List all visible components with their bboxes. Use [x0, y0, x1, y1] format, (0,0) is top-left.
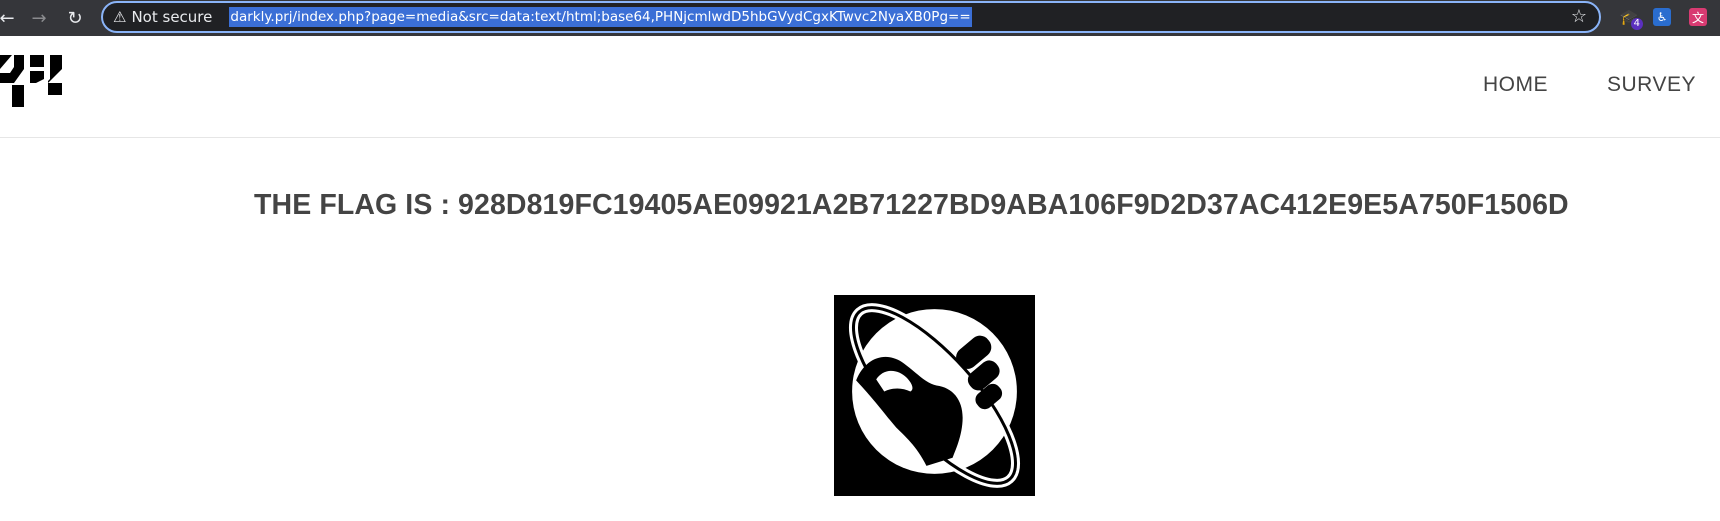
- nav-survey-link[interactable]: SURVEY: [1607, 73, 1696, 97]
- arrow-right-icon: →: [31, 7, 47, 29]
- star-icon[interactable]: ☆: [1571, 6, 1587, 27]
- browser-toolbar: ← → ↻ ⚠ Not secure darkly.prj/index.php?…: [0, 0, 1720, 36]
- reload-button[interactable]: ↻: [60, 3, 90, 33]
- extension-badge: 4: [1630, 18, 1643, 30]
- security-indicator[interactable]: ⚠ Not secure: [113, 8, 212, 26]
- extension-graduation-cap[interactable]: 🎓 4: [1620, 8, 1643, 30]
- extension-translate[interactable]: 文: [1689, 8, 1707, 26]
- site-header: HOME SURVEY: [0, 37, 1720, 138]
- security-label: Not secure: [131, 8, 213, 26]
- address-bar[interactable]: ⚠ Not secure darkly.prj/index.php?page=m…: [101, 1, 1601, 33]
- accessibility-icon: ♿: [1656, 10, 1668, 24]
- reload-icon: ↻: [67, 7, 83, 29]
- nav-home-link[interactable]: HOME: [1483, 73, 1548, 97]
- forward-button[interactable]: →: [24, 3, 54, 33]
- thumbs-up-planet-icon: [834, 295, 1035, 496]
- translate-icon: 文: [1691, 10, 1704, 25]
- extension-accessibility[interactable]: ♿: [1653, 8, 1671, 26]
- flag-heading: THE FLAG IS : 928D819FC19405AE09921A2B71…: [254, 189, 1569, 221]
- back-button[interactable]: ←: [0, 3, 22, 33]
- 42-logo[interactable]: [0, 55, 62, 107]
- url-text[interactable]: darkly.prj/index.php?page=media&src=data…: [229, 7, 972, 27]
- arrow-left-icon: ←: [0, 7, 15, 29]
- warning-triangle-icon: ⚠: [113, 8, 127, 26]
